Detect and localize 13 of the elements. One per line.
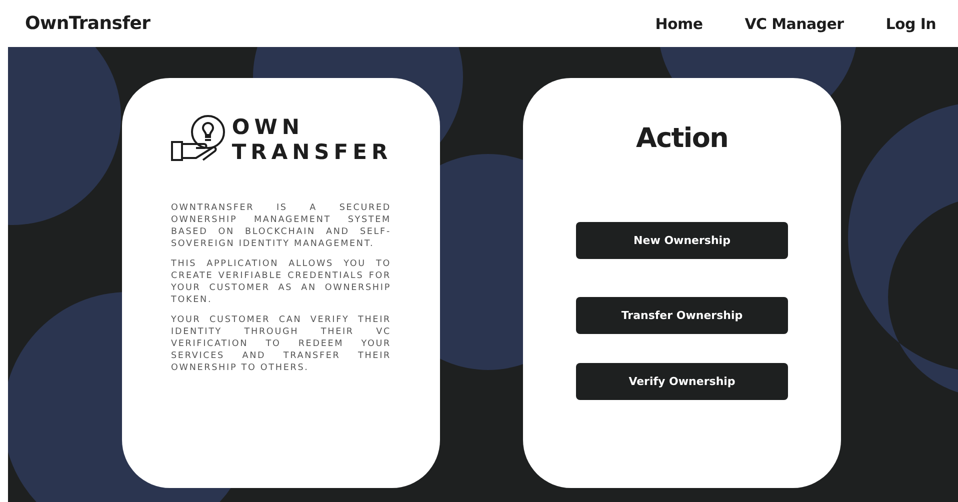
nav-link[interactable]: VC Manager — [730, 10, 858, 36]
logo-text: OWN — [232, 115, 305, 140]
nav-link[interactable]: Log In — [872, 10, 950, 36]
logo-text: TRANSFER — [232, 140, 392, 165]
nav-link[interactable]: Home — [641, 10, 717, 36]
action-heading: Action — [636, 122, 728, 156]
description-paragraph: YOUR CUSTOMER CAN VERIFY THEIR IDENTITY THROUGH THEIR VC VERIFICATION TO REDEEM YOUR SERVICES AND TRANSFER THEIR OWNERSHIP TO OTHERS. — [171, 314, 391, 374]
action-button[interactable]: Transfer Ownership — [576, 297, 788, 334]
brand-name: OwnTransfer — [25, 13, 150, 34]
action-button[interactable]: Verify Ownership — [576, 363, 788, 400]
description-paragraph: THIS APPLICATION ALLOWS YOU TO CREATE VERIFIABLE CREDENTIALS FOR YOUR CUSTOMER AS AN OWNERSHIP TOKEN. — [171, 258, 391, 306]
action-button[interactable]: New Ownership — [576, 222, 788, 259]
description-paragraph: OWNTRANSFER IS A SECURED OWNERSHIP MANAGEMENT SYSTEM BASED ON BLOCKCHAIN AND SELF-SOVEREIGN IDENTITY MANAGEMENT. — [171, 202, 391, 250]
